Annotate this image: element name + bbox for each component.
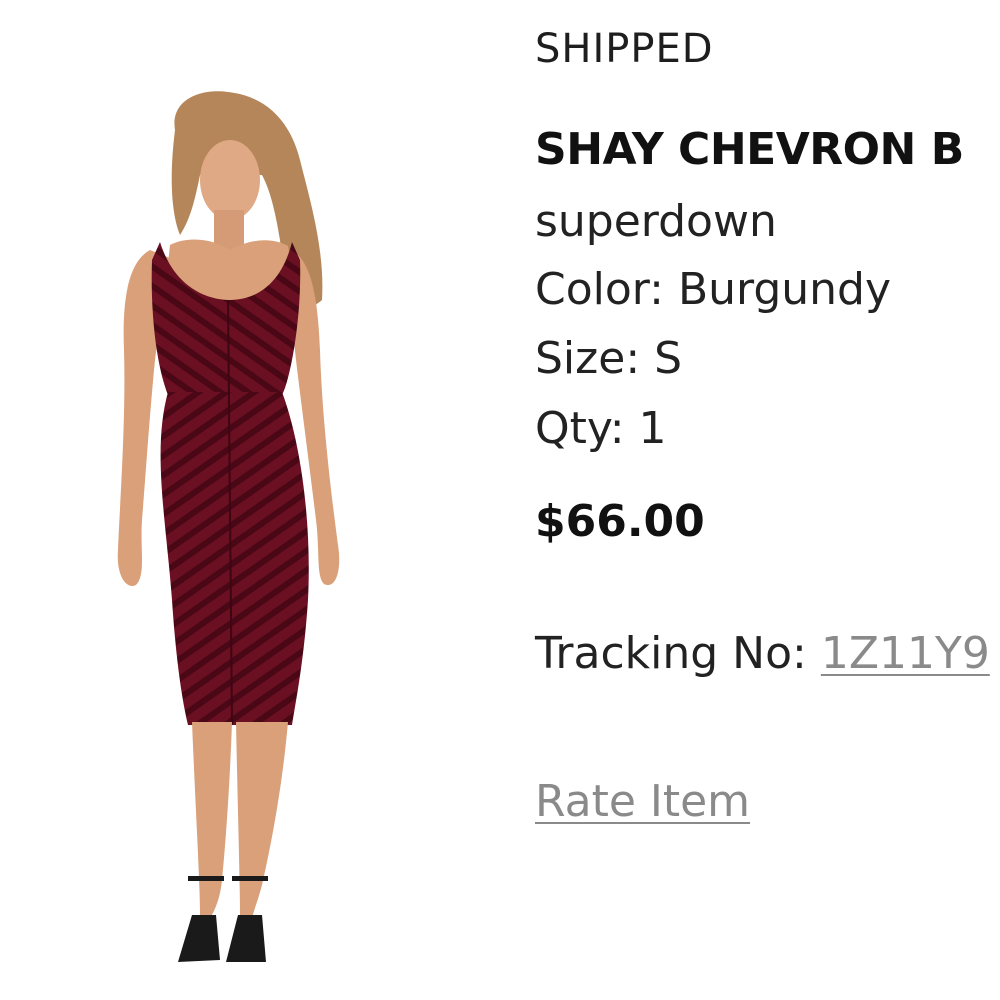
- qty-row: Qty: 1: [535, 403, 667, 454]
- product-photo[interactable]: [0, 0, 500, 1000]
- color-value: Burgundy: [677, 264, 891, 315]
- rate-item-link[interactable]: Rate Item: [535, 776, 750, 827]
- qty-value: 1: [638, 403, 667, 454]
- price: $66.00: [535, 496, 705, 547]
- tracking-row: Tracking No: 1Z11Y9: [535, 628, 990, 679]
- tracking-label: Tracking No:: [535, 628, 807, 679]
- size-row: Size: S: [535, 333, 682, 384]
- brand-name: superdown: [535, 196, 777, 247]
- product-photo-icon: [117, 91, 340, 962]
- size-value: S: [654, 333, 683, 384]
- order-item-page: SHIPPED SHAY CHEVRON B superdown Color: …: [0, 0, 1000, 1000]
- qty-label: Qty:: [535, 403, 625, 454]
- shipping-status: SHIPPED: [535, 26, 714, 72]
- product-name[interactable]: SHAY CHEVRON B: [535, 124, 964, 175]
- size-label: Size:: [535, 333, 641, 384]
- tracking-number-link[interactable]: 1Z11Y9: [821, 628, 990, 679]
- color-row: Color: Burgundy: [535, 264, 891, 315]
- color-label: Color:: [535, 264, 664, 315]
- order-item-details: SHIPPED SHAY CHEVRON B superdown Color: …: [535, 0, 1000, 1000]
